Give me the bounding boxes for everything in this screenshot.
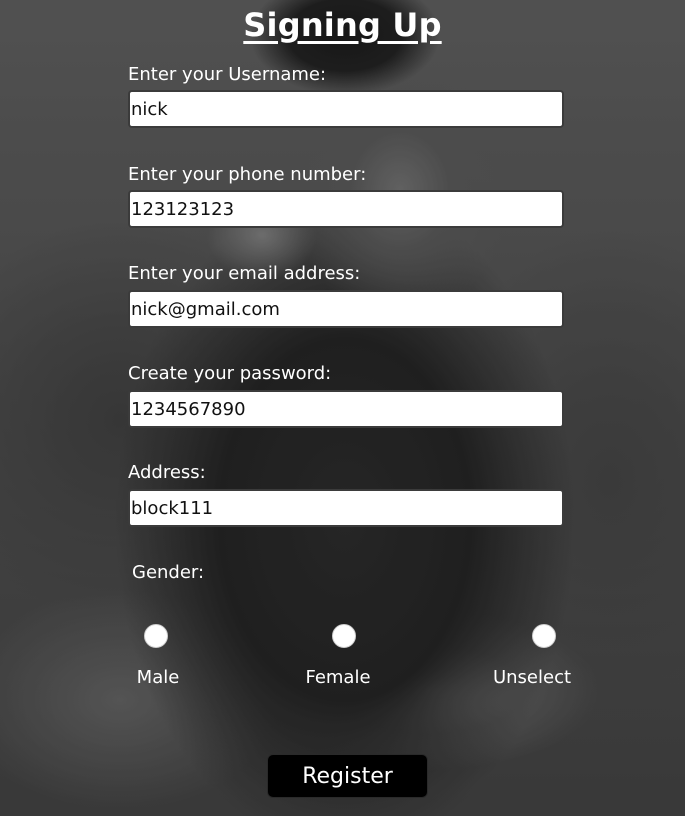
- page-title: Signing Up: [243, 6, 442, 44]
- email-label: Enter your email address:: [128, 263, 361, 284]
- address-label: Address:: [128, 462, 206, 483]
- gender-radio-unselect[interactable]: [532, 624, 556, 648]
- email-input[interactable]: [128, 290, 564, 328]
- phone-label: Enter your phone number:: [128, 164, 367, 185]
- username-input[interactable]: [128, 90, 564, 128]
- username-label: Enter your Username:: [128, 64, 327, 85]
- password-label: Create your password:: [128, 363, 332, 384]
- gender-radio-male[interactable]: [144, 624, 168, 648]
- address-input[interactable]: [128, 489, 564, 527]
- gender-option-unselect-label: Unselect: [492, 667, 572, 688]
- phone-input[interactable]: [128, 190, 564, 228]
- gender-label: Gender:: [132, 562, 205, 583]
- password-input[interactable]: [128, 390, 564, 428]
- register-button[interactable]: Register: [267, 754, 428, 798]
- gender-radio-female[interactable]: [332, 624, 356, 648]
- gender-option-female-label: Female: [305, 667, 371, 688]
- signup-page: Signing Up Enter your Username: Enter yo…: [0, 0, 685, 816]
- gender-option-male-label: Male: [136, 667, 180, 688]
